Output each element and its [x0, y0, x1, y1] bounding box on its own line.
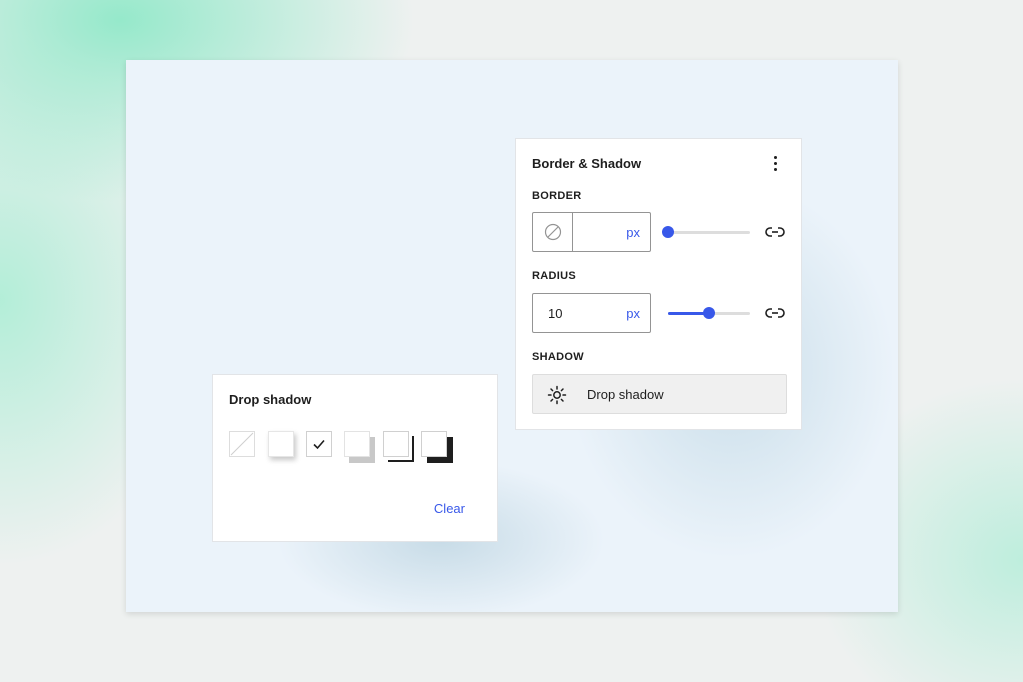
border-unit: px [626, 225, 640, 240]
shadow-option-soft[interactable] [268, 431, 294, 457]
panel-title: Border & Shadow [532, 156, 642, 171]
drop-shadow-button[interactable]: Drop shadow [532, 374, 787, 414]
checkmark-icon [313, 439, 325, 450]
shadow-option-none[interactable] [229, 431, 255, 457]
border-width-field[interactable]: px [532, 212, 651, 252]
no-shadow-icon [230, 432, 254, 456]
no-color-icon [544, 223, 561, 241]
popover-title: Drop shadow [229, 392, 312, 407]
border-label: BORDER [532, 190, 582, 202]
radius-slider[interactable] [668, 306, 750, 320]
border-color-swatch[interactable] [533, 213, 573, 251]
border-shadow-panel: Border & Shadow BORDER px RADIUS 10 px S… [515, 138, 802, 430]
radius-label: RADIUS [532, 270, 576, 282]
shadow-option-sharp[interactable] [383, 431, 409, 457]
drop-shadow-button-label: Drop shadow [587, 387, 664, 402]
more-options-icon[interactable] [767, 153, 783, 173]
shadow-option-natural[interactable] [306, 431, 332, 457]
slider-track [668, 231, 750, 234]
slider-thumb[interactable] [662, 226, 674, 238]
shadow-option-deep[interactable] [344, 431, 370, 457]
radius-value: 10 [548, 306, 563, 321]
drop-shadow-popover: Drop shadow Clear [212, 374, 498, 542]
radius-field[interactable]: 10 px [532, 293, 651, 333]
link-icon[interactable] [764, 306, 786, 320]
link-icon[interactable] [764, 225, 786, 239]
sun-icon [547, 385, 567, 405]
shadow-label: SHADOW [532, 351, 584, 363]
slider-thumb[interactable] [703, 307, 715, 319]
border-width-slider[interactable] [662, 225, 750, 239]
radius-unit: px [626, 306, 640, 321]
clear-button[interactable]: Clear [434, 501, 465, 516]
shadow-option-outlined[interactable] [421, 431, 447, 457]
